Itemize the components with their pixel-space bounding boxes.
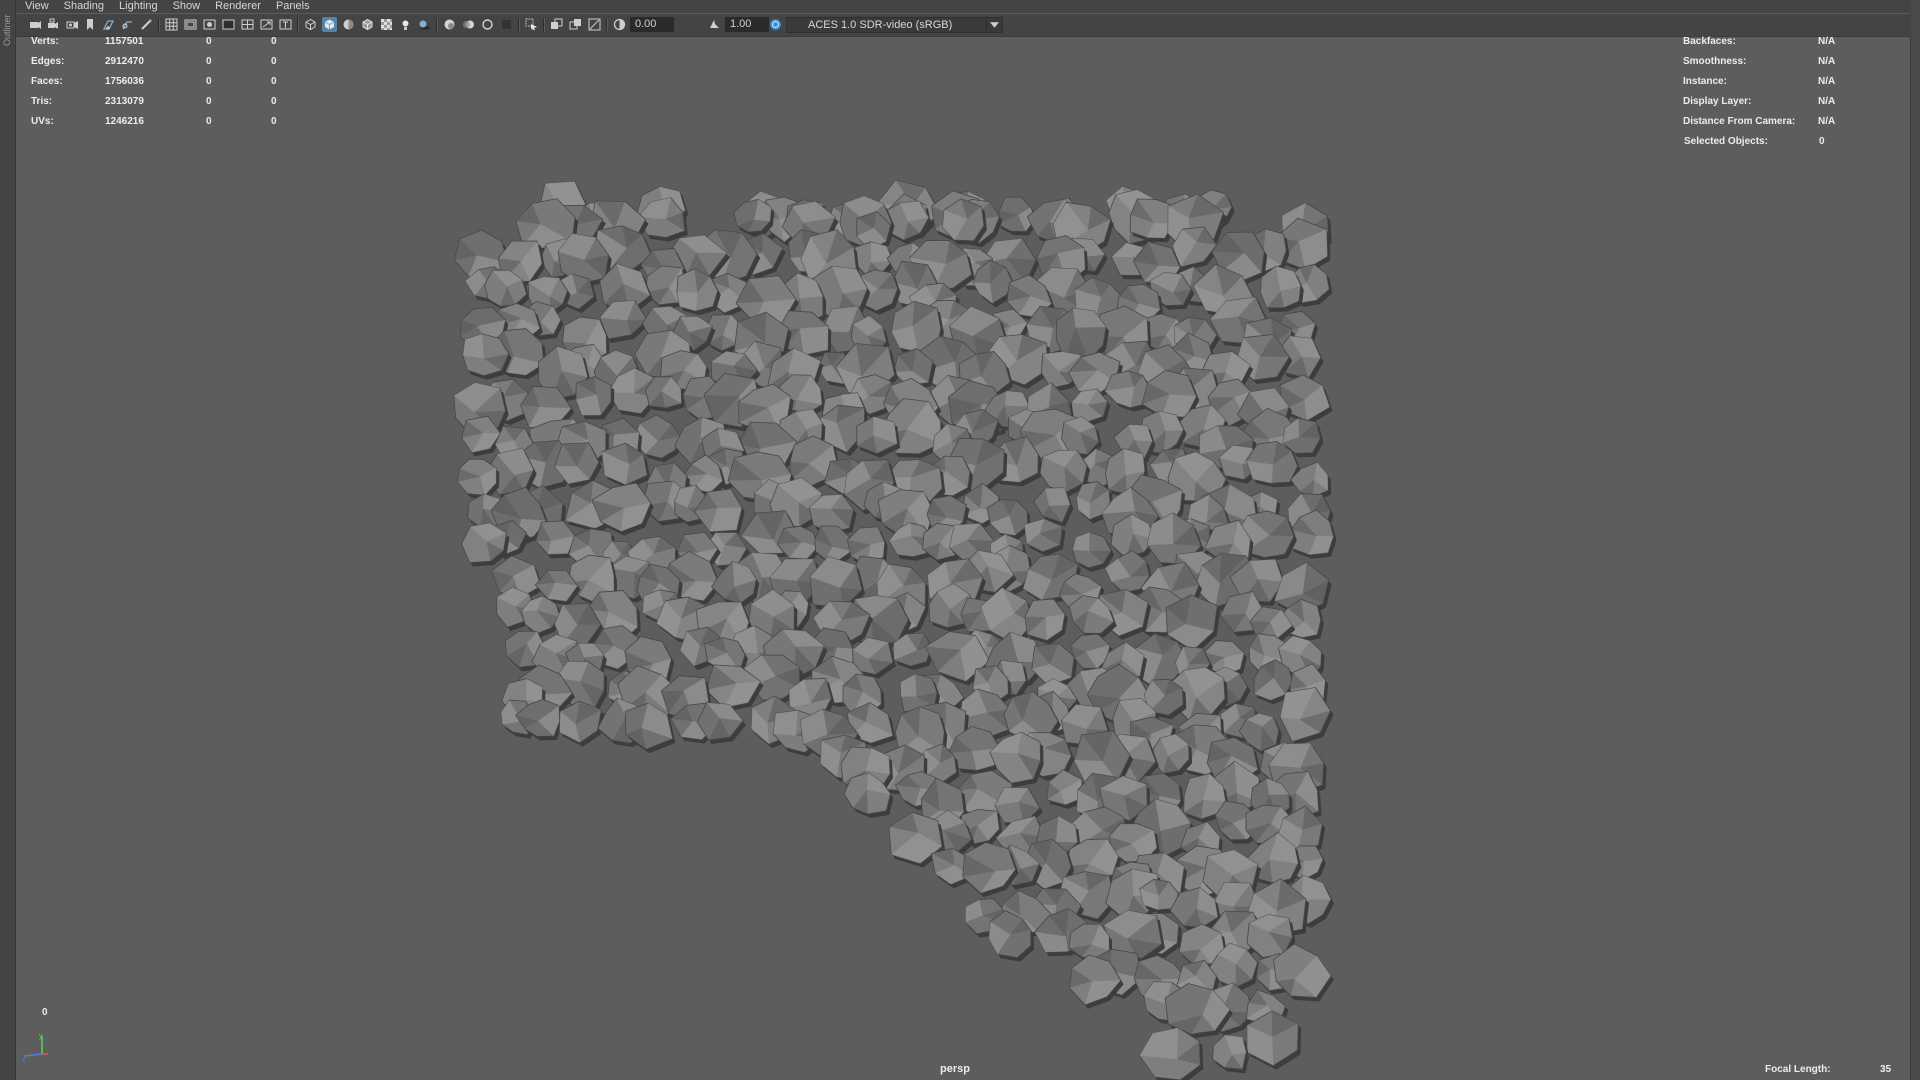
- xray-icon[interactable]: [549, 17, 564, 32]
- smooth-shade-all-icon[interactable]: [322, 17, 337, 32]
- outliner-strip: Outliner: [0, 0, 16, 1080]
- menu-renderer[interactable]: Renderer: [206, 0, 267, 13]
- 2d-pan-zoom-icon[interactable]: [120, 17, 135, 32]
- gate-mask-icon[interactable]: [221, 17, 236, 32]
- toolbar-separator: [518, 18, 520, 32]
- hud-value: N/A: [1818, 116, 1836, 127]
- hud-label: Display Layer:: [1683, 96, 1752, 107]
- toolbar-separator: [158, 18, 160, 32]
- outliner-tab[interactable]: Outliner: [1, 0, 13, 60]
- panel-menu-bar: View Shading Lighting Show Renderer Pane…: [16, 0, 1911, 13]
- shadows-icon[interactable]: [417, 17, 432, 32]
- color-management-value: ACES 1.0 SDR-video (sRGB): [808, 19, 953, 31]
- grid-icon[interactable]: [164, 17, 179, 32]
- hud-label: Selected Objects:: [1684, 136, 1768, 147]
- anti-aliasing-icon[interactable]: [480, 17, 495, 32]
- focal-length-value: 35: [1880, 1064, 1892, 1075]
- gamma-field[interactable]: 1.00: [725, 17, 769, 32]
- hud-label: Distance From Camera:: [1683, 116, 1796, 127]
- exposure-field[interactable]: 0.00: [630, 17, 674, 32]
- menu-panels[interactable]: Panels: [267, 0, 316, 13]
- menu-lighting[interactable]: Lighting: [110, 0, 164, 13]
- menu-view[interactable]: View: [16, 0, 55, 13]
- panel-toolbar: 0.00 1.00 ACES 1.0 SDR-video (sRGB): [16, 14, 1911, 37]
- bookmark-icon[interactable]: [82, 17, 97, 32]
- focal-length-label: Focal Length:: [1765, 1064, 1831, 1075]
- hud-value: 0: [206, 36, 212, 47]
- wireframe-on-shaded-icon[interactable]: [360, 17, 375, 32]
- exposure-icon[interactable]: [612, 17, 627, 32]
- hud-value: 0: [206, 76, 212, 87]
- hud-label: Faces:: [31, 76, 63, 87]
- safe-title-icon[interactable]: [278, 17, 293, 32]
- hud-value: 1756036: [105, 76, 144, 87]
- camera-lock-icon[interactable]: [46, 17, 61, 32]
- maya-viewport-window: Outliner View Shading Lighting Show Rend…: [0, 0, 1920, 1080]
- hud-value: 2313079: [105, 96, 144, 107]
- hud-label: Verts:: [31, 36, 59, 47]
- hud-value: 0: [271, 116, 277, 127]
- grease-pencil-icon[interactable]: [139, 17, 154, 32]
- field-chart-icon[interactable]: [240, 17, 255, 32]
- hud-value: 0: [1819, 136, 1825, 147]
- view-axis-gizmo: y z: [22, 1033, 48, 1062]
- safe-action-icon[interactable]: [259, 17, 274, 32]
- hud-label: Smoothness:: [1683, 56, 1747, 67]
- hud-value: 0: [271, 76, 277, 87]
- svg-text:y: y: [39, 1033, 43, 1040]
- image-plane-icon[interactable]: [101, 17, 116, 32]
- hud-value: N/A: [1818, 56, 1836, 67]
- use-all-lights-icon[interactable]: [398, 17, 413, 32]
- hud-value: 0: [271, 96, 277, 107]
- hud-label: Tris:: [31, 96, 53, 107]
- camera-select-icon[interactable]: [28, 17, 43, 32]
- textured-icon[interactable]: [379, 17, 394, 32]
- gamma-icon[interactable]: [707, 17, 722, 32]
- rock-pile[interactable]: [453, 179, 1337, 1080]
- right-panel-strip: [1910, 0, 1920, 1080]
- resolution-gate-icon[interactable]: [202, 17, 217, 32]
- hud-value: 1246216: [105, 116, 144, 127]
- svg-text:z: z: [22, 1056, 26, 1062]
- menu-shading[interactable]: Shading: [55, 0, 110, 13]
- hud-label: Instance:: [1683, 76, 1727, 87]
- depth-of-field-icon[interactable]: [499, 17, 514, 32]
- color-management-dropdown[interactable]: ACES 1.0 SDR-video (sRGB): [786, 17, 1003, 33]
- toolbar-separator: [297, 18, 299, 32]
- toolbar-separator: [543, 18, 545, 32]
- xray-joints-icon[interactable]: [568, 17, 583, 32]
- color-management-icon[interactable]: [768, 17, 783, 32]
- default-material-icon[interactable]: [341, 17, 356, 32]
- axis-frame-label: 0: [42, 1007, 48, 1018]
- hud-label: Edges:: [31, 56, 65, 67]
- toolbar-separator: [606, 18, 608, 32]
- xray-components-icon[interactable]: [587, 17, 602, 32]
- hud-value: 0: [206, 96, 212, 107]
- hud-value: 0: [271, 36, 277, 47]
- hud-value: 0: [206, 56, 212, 67]
- motion-blur-icon[interactable]: [461, 17, 476, 32]
- film-gate-icon[interactable]: [183, 17, 198, 32]
- hud-label: Backfaces:: [1683, 36, 1736, 47]
- screen-space-ao-icon[interactable]: [442, 17, 457, 32]
- hud-value: N/A: [1818, 36, 1836, 47]
- viewport-scene[interactable]: [16, 37, 1911, 1080]
- hud-value: N/A: [1818, 96, 1836, 107]
- hud-value: 0: [206, 116, 212, 127]
- hud-value: N/A: [1818, 76, 1836, 87]
- hud-value: 0: [271, 56, 277, 67]
- hud-value: 2912470: [105, 56, 144, 67]
- wireframe-icon[interactable]: [303, 17, 318, 32]
- hud-label: UVs:: [31, 116, 54, 127]
- camera-attributes-icon[interactable]: [65, 17, 80, 32]
- camera-name-label: persp: [940, 1063, 970, 1075]
- hud-value: 1157501: [105, 36, 144, 47]
- isolate-select-icon[interactable]: [524, 17, 539, 32]
- chevron-down-icon[interactable]: [986, 19, 1001, 31]
- toolbar-separator: [436, 18, 438, 32]
- menu-show[interactable]: Show: [164, 0, 207, 13]
